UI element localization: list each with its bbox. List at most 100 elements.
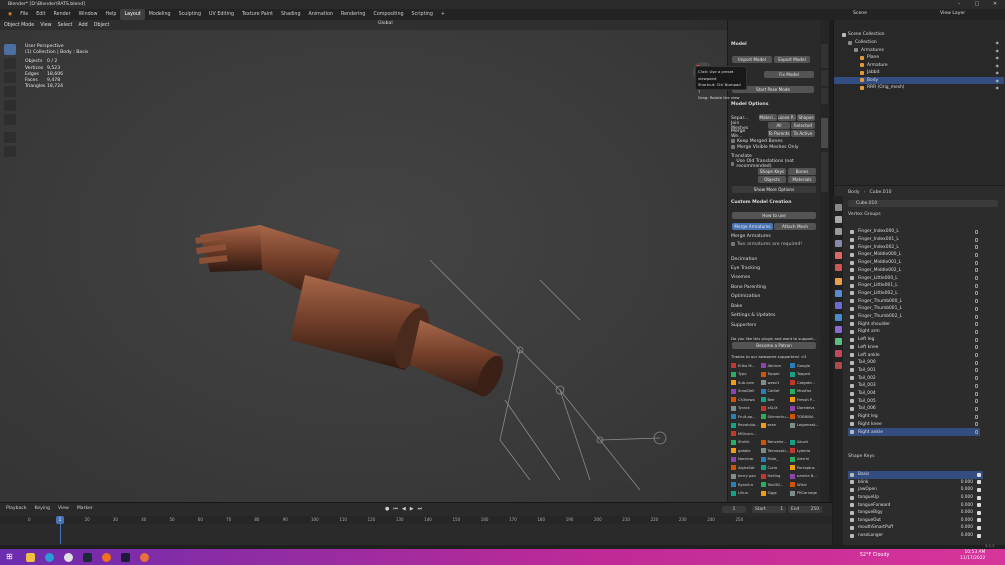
supporter-item[interactable]: Google <box>790 363 819 368</box>
mesh-data-tab-icon[interactable] <box>835 338 842 345</box>
shape-key-value[interactable]: 0.000 <box>961 533 973 538</box>
lock-icon[interactable] <box>975 322 978 327</box>
visibility-eye-icon[interactable]: ◉ <box>996 55 1000 60</box>
visibility-eye-icon[interactable]: ◉ <box>996 63 1000 68</box>
become-patron-button[interactable]: Become a Patron <box>732 342 816 349</box>
shape-key-checkbox[interactable] <box>977 518 981 523</box>
fix-model-button[interactable]: Fix Model <box>764 71 814 78</box>
outliner-row[interactable]: Body ◉ <box>834 76 1004 84</box>
menu-select[interactable]: Select <box>58 23 73 28</box>
supporter-item[interactable]: TOBIKNA <box>790 414 819 419</box>
shape-key-checkbox[interactable] <box>977 503 981 508</box>
vertex-groups-header[interactable]: Vertex Groups <box>848 212 881 217</box>
import-model-button[interactable]: Import Model <box>732 56 772 63</box>
separate-loose-button[interactable]: Loose P... <box>778 114 796 121</box>
play-icon[interactable]: ▶ <box>410 506 414 512</box>
vertex-group-row[interactable]: Finger_Little001_L <box>848 282 980 290</box>
merge-to-parents-button[interactable]: To Parents <box>768 130 790 137</box>
merge-visible-checkbox[interactable]: Merge Visible Meshes Only <box>731 143 817 151</box>
supporter-item[interactable]: Topped <box>790 371 819 377</box>
shape-key-row[interactable]: tongueBigy 0.000 <box>848 509 983 517</box>
how-to-use-button[interactable]: How to use <box>732 212 816 219</box>
render-tab-icon[interactable] <box>835 216 842 223</box>
vertex-group-row[interactable]: Finger_Index001_L <box>848 236 980 244</box>
supporter-item[interactable]: Hailing <box>760 473 790 479</box>
shape-key-row[interactable]: Basis <box>848 471 983 479</box>
vertex-group-row[interactable]: Finger_Index002_L <box>848 243 980 251</box>
view-layer-selector[interactable]: View Layer <box>940 11 965 16</box>
attach-mesh-tab[interactable]: Attach Mesh <box>774 223 816 230</box>
shape-key-checkbox[interactable] <box>977 487 981 492</box>
lock-icon[interactable] <box>975 353 978 358</box>
separate-shapes-button[interactable]: Shapes <box>797 114 815 121</box>
vertex-group-row[interactable]: Right arm <box>848 328 980 336</box>
supporter-item[interactable]: sese <box>760 422 790 428</box>
mode-selector[interactable]: Object Mode <box>4 23 34 28</box>
shape-key-row[interactable]: mouthSmartPuff 0.000 <box>848 524 983 532</box>
outliner-row[interactable]: RRR (Orig_mesh) ◉ <box>834 84 1004 92</box>
supporter-item[interactable]: Benzehe... <box>760 439 790 445</box>
vertex-group-row[interactable]: Left leg <box>848 336 980 344</box>
outliner-row[interactable]: Jabbit ◉ <box>834 69 1004 77</box>
vertex-group-row[interactable]: Finger_Little000_L <box>848 274 980 282</box>
timeline[interactable]: Playback Keying View Marker ● ⏮ ◀ ▶ ⏭ 1 … <box>0 502 832 545</box>
lock-icon[interactable] <box>975 283 978 288</box>
supporter-item[interactable]: Legomast... <box>790 422 819 428</box>
use-old-translations-checkbox[interactable]: Use Old Translations (not recommended) <box>731 159 817 169</box>
section-eye-tracking[interactable]: Eye Tracking <box>731 264 817 272</box>
lock-icon[interactable] <box>975 414 978 419</box>
vertex-group-row[interactable]: Tail_002 <box>848 374 980 382</box>
tab-view[interactable] <box>821 88 828 104</box>
lock-icon[interactable] <box>975 337 978 342</box>
rotate-tool-icon[interactable] <box>4 86 16 97</box>
lock-icon[interactable] <box>975 399 978 404</box>
supporter-item[interactable]: Taimosaki... <box>760 448 790 453</box>
shape-key-row[interactable]: tongueOut 0.000 <box>848 517 983 525</box>
transform-orientation[interactable]: Global <box>378 21 393 26</box>
translate-materials-button[interactable]: Materials <box>788 176 816 183</box>
weather-widget[interactable]: 52°F Cloudy <box>860 553 889 558</box>
steam-icon[interactable] <box>83 553 92 562</box>
close-button[interactable]: ✕ <box>986 0 1004 9</box>
jump-end-icon[interactable]: ⏭ <box>418 506 423 512</box>
maximize-button[interactable]: □ <box>968 0 986 9</box>
vertex-group-row[interactable]: Left ankle <box>848 351 980 359</box>
annotate-tool-icon[interactable] <box>4 132 16 143</box>
shape-key-value[interactable]: 0.000 <box>961 525 973 530</box>
supporter-item[interactable]: SmolDeli <box>731 388 760 394</box>
select-tool-icon[interactable] <box>4 44 16 55</box>
current-frame-field[interactable]: 1 <box>722 506 746 513</box>
vertex-group-row[interactable]: Right leg <box>848 413 980 421</box>
supporter-item[interactable]: namila N... <box>790 473 819 479</box>
section-bone-parenting[interactable]: Bone Parenting <box>731 283 817 291</box>
mesh-datablock-field[interactable]: Cube.010 <box>848 200 998 207</box>
visibility-eye-icon[interactable]: ◉ <box>996 78 1000 83</box>
supporter-item[interactable]: PKCarnage <box>790 490 819 496</box>
join-all-button[interactable]: All <box>768 122 790 129</box>
file-explorer-icon[interactable] <box>26 553 35 562</box>
minimize-button[interactable]: – <box>950 0 968 9</box>
outliner-row[interactable]: Plane ◉ <box>834 54 1004 62</box>
material-tab-icon[interactable] <box>835 350 842 357</box>
supporter-item[interactable]: Bee <box>760 397 790 402</box>
lock-icon[interactable] <box>975 314 978 319</box>
vertex-group-row[interactable]: Finger_Little002_L <box>848 290 980 298</box>
shape-key-row[interactable]: tongueForward 0.000 <box>848 501 983 509</box>
supporter-item[interactable]: Erika M... <box>731 363 760 368</box>
object-tab-icon[interactable] <box>835 278 842 285</box>
shape-key-checkbox[interactable] <box>977 525 981 530</box>
shape-key-value[interactable]: 0.000 <box>961 480 973 485</box>
marker-menu[interactable]: Marker <box>77 506 93 511</box>
vertex-group-row[interactable]: Tail_001 <box>848 367 980 375</box>
join-selected-button[interactable]: Selected <box>791 122 815 129</box>
shape-key-checkbox[interactable] <box>977 533 981 538</box>
translate-objects-button[interactable]: Objects <box>758 176 786 183</box>
modifier-tab-icon[interactable] <box>835 290 842 297</box>
keying-menu[interactable]: Keying <box>35 506 50 511</box>
supporter-item[interactable]: Curio <box>760 465 790 470</box>
vertex-group-row[interactable]: Tail_006 <box>848 405 980 413</box>
menu-render[interactable]: Render <box>50 9 75 20</box>
supporter-item[interactable]: Siggi <box>760 490 790 496</box>
shape-key-value[interactable]: 0.000 <box>961 487 973 492</box>
supporter-item[interactable]: Catlief <box>760 388 790 394</box>
